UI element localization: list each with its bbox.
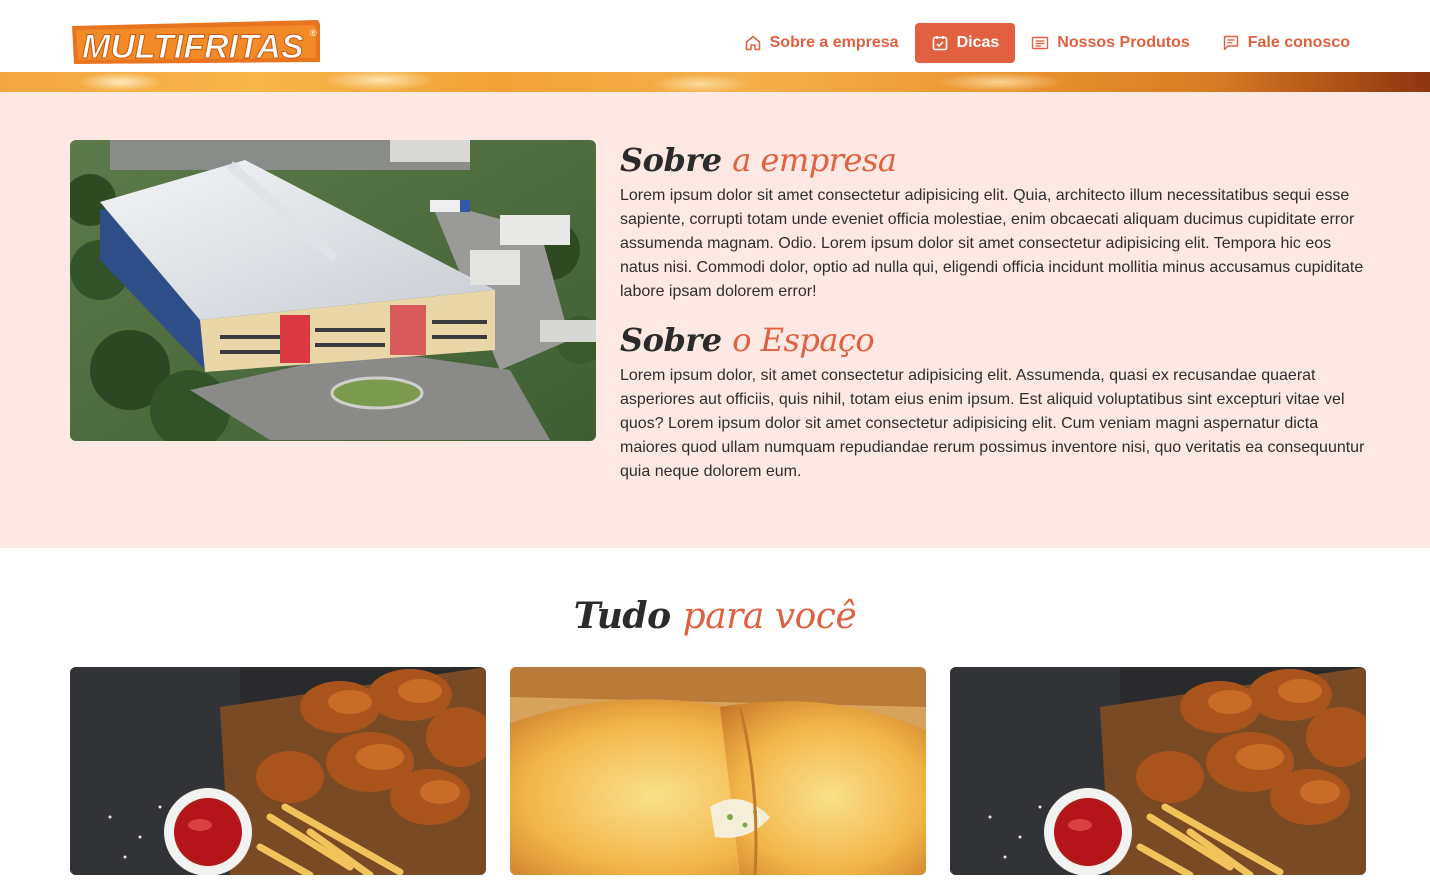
factory-aerial-photo (70, 140, 596, 441)
product-cards (70, 667, 1366, 883)
svg-text:®: ® (310, 28, 317, 38)
nav-label: Nossos Produtos (1057, 34, 1190, 51)
espaco-paragraph: Lorem ipsum dolor, sit amet consectetur … (620, 367, 1365, 480)
svg-text:MULTIFRITAS: MULTIFRITAS (82, 28, 304, 66)
nav-label: Fale conosco (1247, 34, 1350, 51)
banner-strip (0, 72, 1430, 92)
tudo-section-title: Tudo para você (573, 595, 857, 637)
nav-sobre-a-empresa[interactable]: Sobre a empresa (728, 23, 915, 63)
nav-fale-conosco[interactable]: Fale conosco (1206, 23, 1366, 63)
nav-nossos-produtos[interactable]: Nossos Produtos (1015, 23, 1205, 63)
nav-label: Dicas (956, 34, 1000, 51)
site-header: MULTIFRITAS ® Sobre a empresa Dicas Noss… (0, 0, 1430, 72)
product-card-pastel[interactable] (510, 667, 926, 875)
multifritas-logo[interactable]: MULTIFRITAS ® (70, 20, 322, 66)
chat-icon (1222, 34, 1240, 52)
empresa-paragraph: Lorem ipsum dolor sit amet consectetur a… (620, 187, 1364, 300)
product-card-chicken-wings[interactable] (70, 667, 486, 875)
product-card-chicken-wings[interactable] (950, 667, 1366, 875)
about-text-block: Sobre a empresa Lorem ipsum dolor sit am… (620, 136, 1380, 484)
calendar-check-icon (931, 34, 949, 52)
home-icon (744, 34, 762, 52)
section-title-espaco: Sobre o Espaço (620, 321, 875, 359)
main-nav: Sobre a empresa Dicas Nossos Produtos Fa… (728, 23, 1366, 63)
list-icon (1031, 34, 1049, 52)
section-title-empresa: Sobre a empresa (620, 141, 897, 179)
nav-label: Sobre a empresa (769, 34, 899, 51)
nav-dicas[interactable]: Dicas (914, 23, 1016, 63)
about-section: Sobre a empresa Lorem ipsum dolor sit am… (0, 92, 1430, 548)
